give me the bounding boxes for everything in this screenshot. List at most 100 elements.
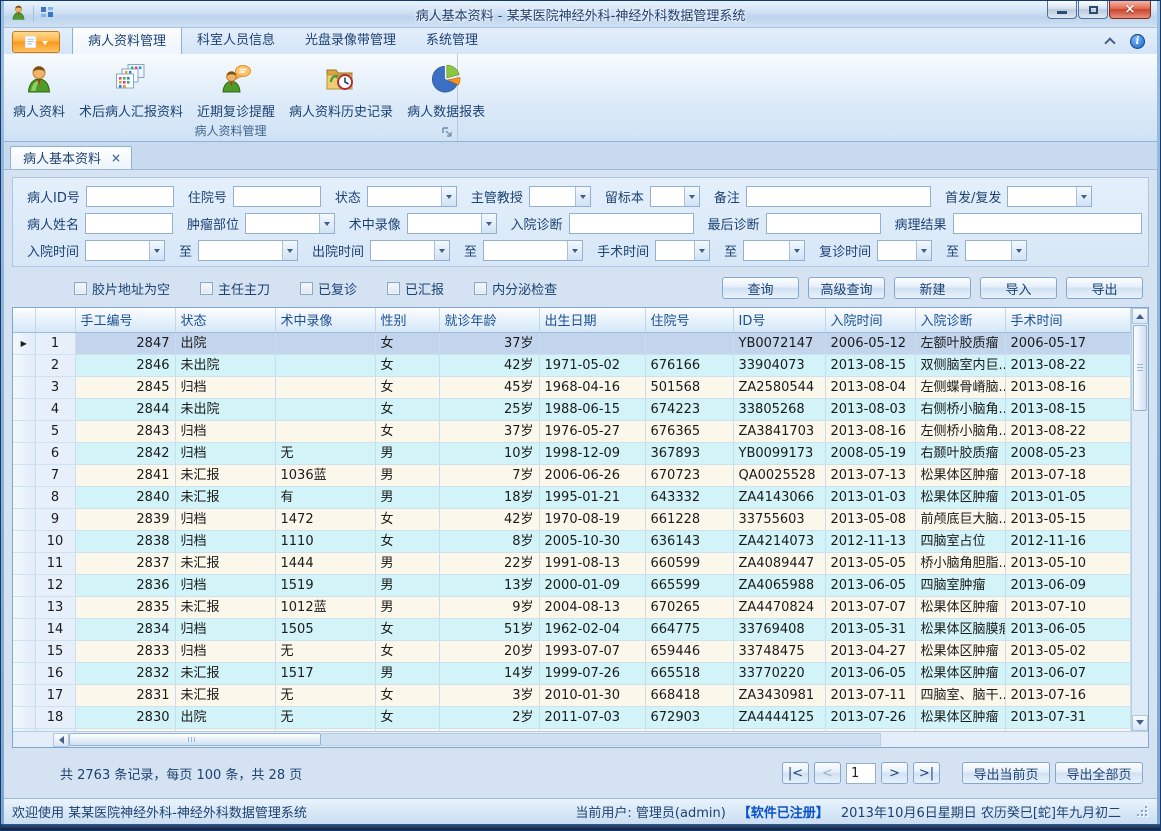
chevron-down-icon[interactable] bbox=[1011, 241, 1026, 260]
text-input-row1-1[interactable] bbox=[233, 186, 321, 207]
combo-row3-1[interactable] bbox=[198, 240, 298, 261]
chevron-down-icon[interactable] bbox=[684, 187, 699, 206]
row-selector-cell[interactable] bbox=[13, 574, 35, 596]
filter-checkbox-4[interactable]: 内分泌检查 bbox=[474, 279, 557, 298]
minimize-button[interactable] bbox=[1047, 1, 1077, 19]
scroll-down-button[interactable] bbox=[1132, 715, 1148, 731]
new-button[interactable]: 新建 bbox=[894, 277, 971, 299]
chevron-down-icon[interactable] bbox=[441, 187, 456, 206]
vertical-scroll-thumb[interactable] bbox=[1133, 325, 1147, 411]
column-header-4[interactable]: 就诊年龄 bbox=[439, 308, 539, 332]
combo-row1-6[interactable] bbox=[1007, 186, 1092, 207]
column-header-6[interactable]: 住院号 bbox=[645, 308, 733, 332]
table-row[interactable]: 102838归档1110女8岁2005-10-30636143ZA4214073… bbox=[13, 530, 1131, 552]
checkbox-icon[interactable] bbox=[474, 282, 487, 295]
row-selector-cell[interactable] bbox=[13, 662, 35, 684]
text-input-row1-0[interactable] bbox=[86, 186, 174, 207]
combo-row3-5[interactable] bbox=[743, 240, 805, 261]
combo-row1-3[interactable] bbox=[529, 186, 591, 207]
info-icon[interactable]: i bbox=[1130, 34, 1145, 49]
page-number-input[interactable] bbox=[846, 763, 876, 784]
export-current-page-button[interactable]: 导出当前页 bbox=[962, 762, 1050, 784]
row-selector-cell[interactable]: ▶ bbox=[13, 332, 35, 354]
combo-row2-1[interactable] bbox=[245, 213, 335, 234]
ribbon-tab-1[interactable]: 科室人员信息 bbox=[182, 26, 290, 54]
horizontal-scroll-thumb[interactable] bbox=[69, 733, 321, 746]
app-menu-button[interactable] bbox=[12, 31, 60, 53]
ribbon-tab-3[interactable]: 系统管理 bbox=[411, 26, 493, 54]
column-header-5[interactable]: 出生日期 bbox=[539, 308, 645, 332]
row-selector-cell[interactable] bbox=[13, 354, 35, 376]
checkbox-icon[interactable] bbox=[387, 282, 400, 295]
column-header-0[interactable]: 手工编号 bbox=[75, 308, 175, 332]
column-header-8[interactable]: 入院时间 bbox=[825, 308, 915, 332]
column-header-1[interactable]: 状态 bbox=[175, 308, 275, 332]
row-selector-cell[interactable] bbox=[13, 552, 35, 574]
export-button[interactable]: 导出 bbox=[1066, 277, 1143, 299]
ribbon-tab-0[interactable]: 病人资料管理 bbox=[72, 26, 182, 54]
horizontal-scrollbar[interactable] bbox=[13, 731, 1148, 747]
table-row[interactable]: 152833归档无女20岁1993-07-0765944633748475201… bbox=[13, 640, 1131, 662]
vertical-scrollbar[interactable] bbox=[1131, 308, 1148, 731]
text-input-row1-5[interactable] bbox=[746, 186, 931, 207]
column-header-9[interactable]: 入院诊断 bbox=[915, 308, 1005, 332]
chevron-down-icon[interactable] bbox=[575, 187, 590, 206]
table-row[interactable]: 22846未出院女42岁1971-05-02676166339040732013… bbox=[13, 354, 1131, 376]
row-selector-cell[interactable] bbox=[13, 640, 35, 662]
combo-row3-6[interactable] bbox=[877, 240, 932, 261]
postop-report-button[interactable]: 术后病人汇报资料 bbox=[72, 60, 190, 121]
revisit-reminder-button[interactable]: 近期复诊提醒 bbox=[190, 60, 282, 121]
horizontal-scroll-track[interactable] bbox=[321, 733, 881, 746]
row-selector-cell[interactable] bbox=[13, 596, 35, 618]
registered-link[interactable]: 【软件已注册】 bbox=[738, 802, 829, 821]
data-report-button[interactable]: 病人数据报表 bbox=[400, 60, 492, 121]
layout-grid-icon[interactable] bbox=[40, 5, 54, 23]
maximize-button[interactable] bbox=[1078, 1, 1108, 19]
chevron-down-icon[interactable] bbox=[434, 241, 449, 260]
advanced-query-button[interactable]: 高级查询 bbox=[808, 277, 885, 299]
table-row[interactable]: 122836归档1519男13岁2000-01-09665599ZA406598… bbox=[13, 574, 1131, 596]
row-selector-cell[interactable] bbox=[13, 376, 35, 398]
chevron-down-icon[interactable] bbox=[282, 241, 297, 260]
row-selector-cell[interactable] bbox=[13, 706, 35, 728]
combo-row2-2[interactable] bbox=[407, 213, 497, 234]
column-header-3[interactable]: 性别 bbox=[375, 308, 439, 332]
table-row[interactable]: 32845归档女45岁1968-04-16501568ZA25805442013… bbox=[13, 376, 1131, 398]
table-row[interactable]: 52843归档女37岁1976-05-27676365ZA38417032013… bbox=[13, 420, 1131, 442]
tab-close-icon[interactable]: × bbox=[111, 152, 121, 164]
first-page-button[interactable]: |< bbox=[782, 762, 809, 784]
chevron-down-icon[interactable] bbox=[567, 241, 582, 260]
scroll-left-button[interactable] bbox=[53, 733, 69, 747]
row-selector-cell[interactable] bbox=[13, 618, 35, 640]
app-logo-icon[interactable] bbox=[10, 4, 27, 25]
table-row[interactable]: 172831未汇报无女3岁2010-01-30668418ZA343098120… bbox=[13, 684, 1131, 706]
next-page-button[interactable]: > bbox=[881, 762, 908, 784]
table-row[interactable]: 82840未汇报有男18岁1995-01-21643332ZA414306620… bbox=[13, 486, 1131, 508]
document-tab[interactable]: 病人基本资料 × bbox=[10, 146, 132, 169]
chevron-down-icon[interactable] bbox=[694, 241, 709, 260]
row-selector-cell[interactable] bbox=[13, 398, 35, 420]
filter-checkbox-2[interactable]: 已复诊 bbox=[300, 279, 357, 298]
chevron-down-icon[interactable] bbox=[1076, 187, 1091, 206]
row-selector-cell[interactable] bbox=[13, 464, 35, 486]
vertical-scroll-track[interactable] bbox=[1132, 412, 1148, 715]
text-input-row2-3[interactable] bbox=[569, 213, 694, 234]
combo-row3-4[interactable] bbox=[655, 240, 710, 261]
ribbon-tab-2[interactable]: 光盘录像带管理 bbox=[290, 26, 411, 54]
patient-data-button[interactable]: 病人资料 bbox=[6, 60, 72, 121]
table-row[interactable]: 142834归档1505女51岁1962-02-0466477533769408… bbox=[13, 618, 1131, 640]
text-input-row2-5[interactable] bbox=[953, 213, 1142, 234]
combo-row3-3[interactable] bbox=[483, 240, 583, 261]
text-input-row2-0[interactable] bbox=[85, 213, 173, 234]
table-row[interactable]: 162832未汇报1517男14岁1999-07-266655183377022… bbox=[13, 662, 1131, 684]
filter-checkbox-3[interactable]: 已汇报 bbox=[387, 279, 444, 298]
close-button[interactable]: × bbox=[1109, 1, 1151, 19]
row-selector-cell[interactable] bbox=[13, 508, 35, 530]
resize-grip[interactable] bbox=[1137, 806, 1149, 818]
checkbox-icon[interactable] bbox=[74, 282, 87, 295]
ribbon-collapse-icon[interactable] bbox=[1104, 37, 1115, 48]
combo-row3-7[interactable] bbox=[965, 240, 1027, 261]
column-header-7[interactable]: ID号 bbox=[733, 308, 825, 332]
chevron-down-icon[interactable] bbox=[319, 214, 334, 233]
table-row[interactable]: 62842归档无男10岁1998-12-09367893YB0099173200… bbox=[13, 442, 1131, 464]
